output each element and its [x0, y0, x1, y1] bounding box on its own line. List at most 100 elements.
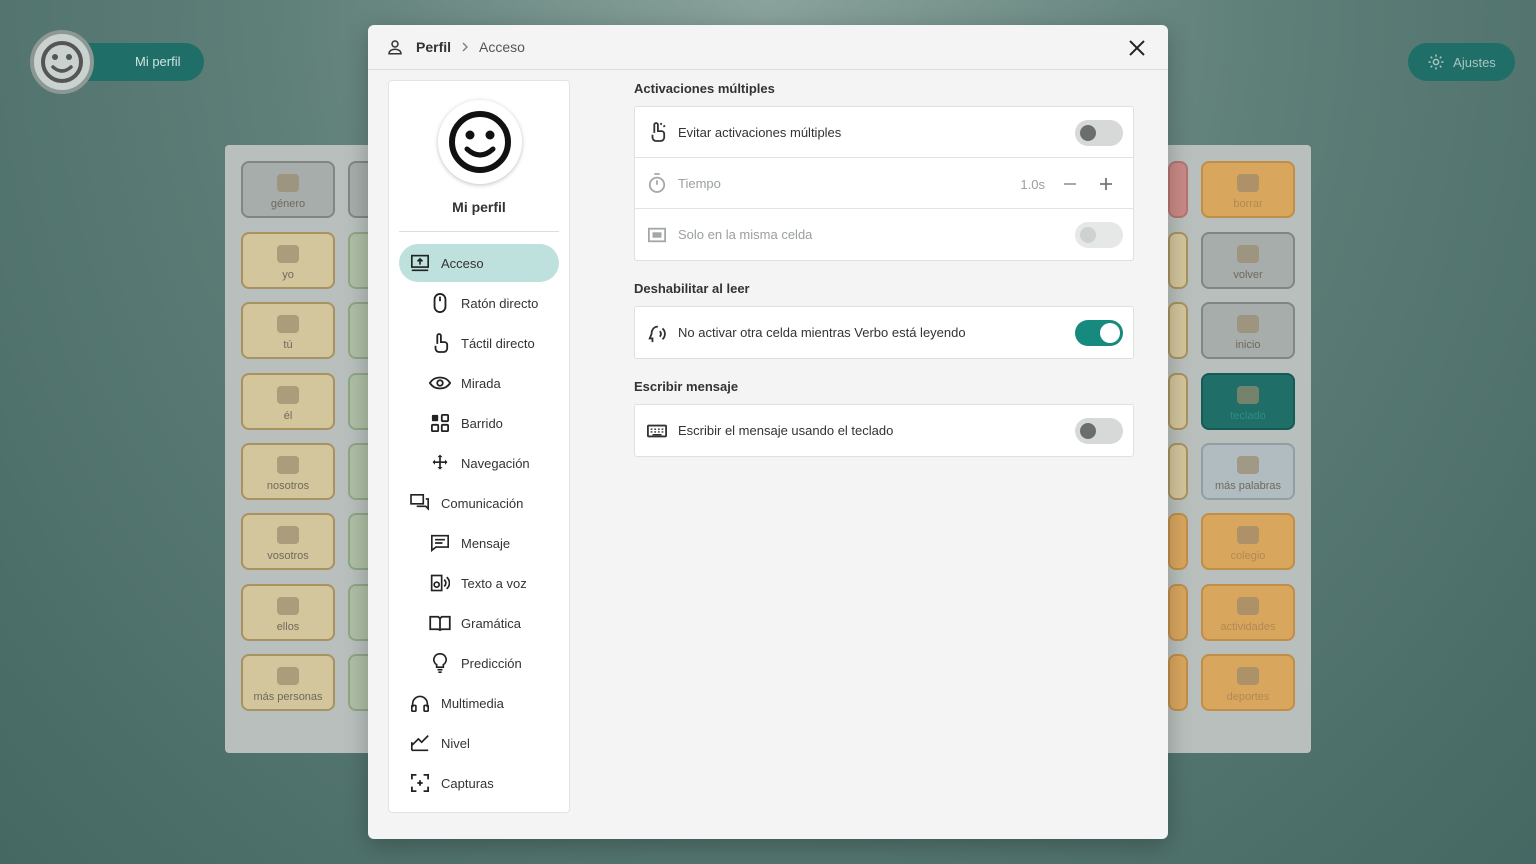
lightbulb-icon [429, 652, 451, 674]
eye-icon [429, 372, 451, 394]
same-cell-row: Solo en la misma celda [635, 209, 1133, 260]
user-icon [386, 38, 404, 56]
sidebar-item-label: Barrido [461, 415, 503, 431]
board-cell-partial [1168, 302, 1188, 359]
sidebar-item-label: Navegación [461, 455, 530, 471]
board-cell-partial [1168, 513, 1188, 570]
section-title: Deshabilitar al leer [634, 281, 750, 296]
no-activate-label: No activar otra celda mientras Verbo est… [678, 325, 966, 340]
sidebar-item-prediccion[interactable]: Predicción [429, 644, 522, 682]
board-cell-partial [1168, 161, 1188, 218]
increase-button[interactable] [1095, 173, 1117, 195]
touch-multi-icon [647, 122, 667, 142]
sidebar-item-label: Capturas [441, 775, 494, 791]
gear-icon [1428, 54, 1444, 70]
smiley-icon [449, 111, 511, 173]
sidebar-item-label: Comunicación [441, 495, 524, 511]
time-label: Tiempo [678, 175, 721, 191]
sidebar-item-multimedia[interactable]: Multimedia [409, 684, 504, 722]
board-cell-partial [1168, 232, 1188, 289]
keyboard-row: Escribir el mensaje usando el teclado [635, 405, 1133, 456]
background-settings-button: Ajustes [1408, 43, 1515, 81]
touch-icon [429, 332, 451, 354]
no-activate-toggle[interactable] [1075, 320, 1123, 346]
move-arrows-icon [429, 452, 451, 474]
close-button[interactable] [1126, 37, 1148, 59]
sidebar-item-gramatica[interactable]: Gramática [429, 604, 521, 642]
sidebar-item-navegacion[interactable]: Navegación [429, 444, 530, 482]
background-profile-label: Mi perfil [135, 54, 181, 69]
grid-icon [429, 412, 451, 434]
time-row: Tiempo 1.0s [635, 158, 1133, 209]
settings-dialog: Perfil Acceso Mi perfil Acceso Ratón dir… [368, 25, 1168, 839]
board-cell-partial [1168, 654, 1188, 711]
board-cell: inicio [1201, 302, 1295, 359]
sidebar-item-label: Multimedia [441, 695, 504, 711]
board-cell: volver [1201, 232, 1295, 289]
section-title: Escribir mensaje [634, 379, 739, 394]
chevron-right-icon [459, 41, 471, 53]
close-icon [1129, 40, 1145, 56]
message-icon [429, 532, 451, 554]
sidebar-item-nivel[interactable]: Nivel [409, 724, 470, 762]
sidebar-item-tactil-directo[interactable]: Táctil directo [429, 324, 535, 362]
sidebar-item-mirada[interactable]: Mirada [429, 364, 501, 402]
sidebar-divider [399, 231, 559, 232]
breadcrumb-root[interactable]: Perfil [416, 39, 451, 55]
sidebar-item-comunicacion[interactable]: Comunicación [409, 484, 523, 522]
board-cell: ellos [241, 584, 335, 641]
avoid-multiple-toggle[interactable] [1075, 120, 1123, 146]
keyboard-toggle[interactable] [1075, 418, 1123, 444]
same-cell-toggle[interactable] [1075, 222, 1123, 248]
timer-icon [647, 173, 667, 193]
breadcrumb-current: Acceso [479, 39, 525, 55]
avoid-multiple-row: Evitar activaciones múltiples [635, 107, 1133, 158]
sidebar-item-label: Predicción [461, 655, 522, 671]
minus-icon [1064, 183, 1076, 185]
headphones-icon [409, 692, 431, 714]
sidebar-item-label: Texto a voz [461, 575, 527, 591]
profile-name: Mi perfil [452, 199, 506, 215]
book-icon [429, 612, 451, 634]
section-title: Activaciones múltiples [634, 81, 775, 96]
board-cell: colegio [1201, 513, 1295, 570]
sidebar-item-label: Táctil directo [461, 335, 535, 351]
decrease-button[interactable] [1059, 173, 1081, 195]
board-cell: yo [241, 232, 335, 289]
sidebar-item-label: Mirada [461, 375, 501, 391]
board-cell: género [241, 161, 335, 218]
time-stepper: 1.0s [1020, 173, 1117, 195]
keyboard-icon [647, 421, 667, 441]
chat-icon [409, 492, 431, 514]
board-cell: más palabras [1201, 443, 1295, 500]
sidebar-item-mensaje[interactable]: Mensaje [429, 524, 510, 562]
board-cell-partial [1168, 443, 1188, 500]
board-cell-partial [1168, 584, 1188, 641]
plus-icon [1100, 178, 1112, 190]
chart-level-icon [409, 732, 431, 754]
sidebar-item-barrido[interactable]: Barrido [429, 404, 503, 442]
board-cell: borrar [1201, 161, 1295, 218]
cell-icon [647, 225, 667, 245]
avatar [438, 100, 522, 184]
sidebar-item-label: Gramática [461, 615, 521, 631]
avoid-multiple-label: Evitar activaciones múltiples [678, 124, 842, 140]
sidebar-item-capturas[interactable]: Capturas [409, 764, 494, 802]
capture-icon [409, 772, 431, 794]
board-cell: vosotros [241, 513, 335, 570]
mouse-icon [429, 292, 451, 314]
sidebar-item-label: Acceso [441, 255, 484, 271]
sidebar-item-acceso[interactable]: Acceso [399, 244, 559, 282]
time-value: 1.0s [1020, 176, 1045, 192]
background-settings-label: Ajustes [1453, 54, 1496, 70]
sidebar-item-raton-directo[interactable]: Ratón directo [429, 284, 538, 322]
write-card: Escribir el mensaje usando el teclado [634, 404, 1134, 457]
speaking-head-icon [647, 323, 667, 343]
sidebar-item-texto-a-voz[interactable]: Texto a voz [429, 564, 527, 602]
same-cell-label: Solo en la misma celda [678, 227, 813, 242]
sidebar-item-label: Mensaje [461, 535, 511, 551]
sidebar-item-label: Nivel [441, 735, 470, 751]
dialog-header: Perfil Acceso [368, 25, 1168, 70]
board-cell: él [241, 373, 335, 430]
speaker-icon [429, 572, 451, 594]
